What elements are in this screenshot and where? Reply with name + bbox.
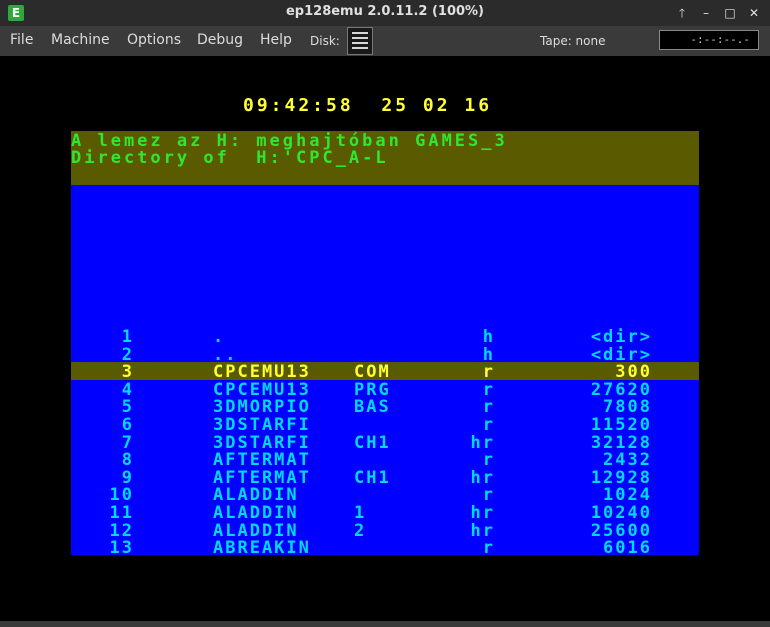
file-row[interactable]: 8 AFTERMAT r 2432	[71, 450, 699, 470]
disk-label: Disk:	[310, 34, 340, 48]
close-button[interactable]: ✕	[746, 5, 762, 21]
file-attributes: r	[482, 538, 495, 559]
window-titlebar: E ep128emu 2.0.11.2 (100%) 🡑 – □ ✕	[0, 0, 770, 26]
disk-activity-icon[interactable]	[347, 27, 373, 55]
tape-status: Tape: none	[540, 34, 606, 48]
file-row[interactable]: 5 3DMORPIO BAS r 7808	[71, 397, 699, 417]
file-row[interactable]: 13 ABREAKIN r 6016	[71, 538, 699, 559]
file-number: 13	[109, 538, 134, 559]
menu-machine[interactable]: Machine	[51, 32, 110, 48]
clock-display: 09:42:58 25 02 16	[243, 95, 493, 116]
file-row[interactable]: 11 ALADDIN 1 hr 10240	[71, 503, 699, 523]
file-size: 6016	[603, 538, 652, 559]
menu-debug[interactable]: Debug	[197, 32, 243, 48]
file-name: ABREAKIN	[213, 538, 311, 559]
menu-options[interactable]: Options	[127, 32, 181, 48]
maximize-button[interactable]: □	[722, 5, 738, 21]
file-row[interactable]: 12 ALADDIN 2 hr 25600	[71, 521, 699, 541]
tape-position-counter: -:--:--.-	[659, 30, 759, 50]
file-row[interactable]: 7 3DSTARFI CH1 hr 32128	[71, 433, 699, 453]
file-row[interactable]: 10 ALADDIN r 1024	[71, 485, 699, 505]
minimize-button[interactable]: –	[698, 5, 714, 21]
file-row[interactable]: 1. h <dir>	[71, 327, 699, 347]
window-bottom-border	[0, 621, 770, 627]
window-title: ep128emu 2.0.11.2 (100%)	[285, 4, 484, 19]
directory-path-line: Directory of H:'CPC_A-L	[71, 148, 389, 168]
file-row[interactable]: 6 3DSTARFI r 11520	[71, 415, 699, 435]
file-row[interactable]: 3 CPCEMU13 COM r 300	[71, 362, 699, 382]
menu-bar: File Machine Options Debug Help Disk: Ta…	[0, 26, 770, 56]
menu-file[interactable]: File	[10, 32, 33, 48]
menu-help[interactable]: Help	[260, 32, 292, 48]
keep-above-button[interactable]: 🡑	[674, 5, 690, 21]
file-row[interactable]: 2.. h <dir>	[71, 345, 699, 365]
file-row[interactable]: 4 CPCEMU13 PRG r 27620	[71, 380, 699, 400]
file-row[interactable]: 9 AFTERMAT CH1 hr 12928	[71, 468, 699, 488]
